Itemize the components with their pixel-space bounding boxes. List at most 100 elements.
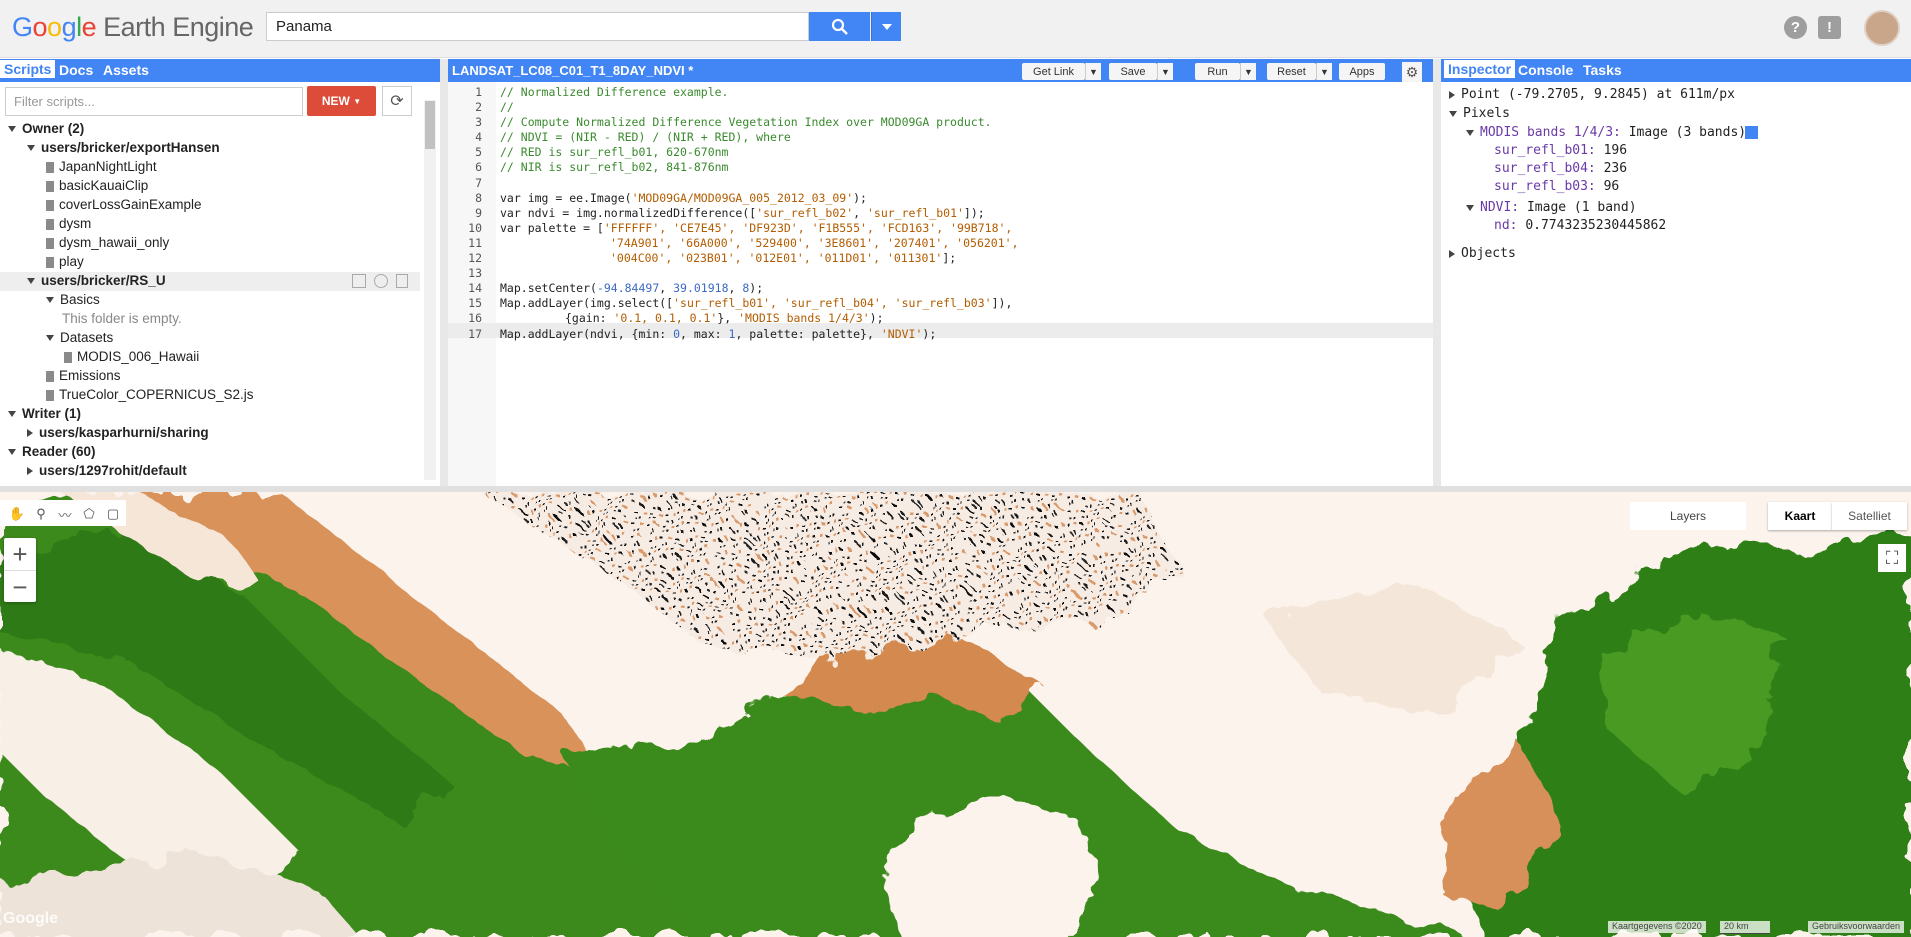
- get-link-button[interactable]: Get Link: [1022, 63, 1085, 80]
- left-splitter[interactable]: [440, 59, 448, 486]
- help-icon[interactable]: ?: [1784, 16, 1807, 39]
- draw-rectangle-icon[interactable]: ▢: [103, 504, 123, 524]
- filter-scripts-input[interactable]: Filter scripts...: [5, 87, 303, 116]
- code-line: // NIR is sur_refl_b02, 841-876nm: [500, 160, 729, 175]
- terms-link[interactable]: Gebruiksvoorwaarden: [1808, 921, 1905, 933]
- editor-settings-gear-icon[interactable]: ⚙: [1402, 62, 1422, 82]
- add-marker-icon[interactable]: ⚲: [31, 504, 51, 524]
- pan-hand-icon[interactable]: ✋: [7, 504, 27, 524]
- apps-button[interactable]: Apps: [1339, 63, 1385, 80]
- tree-file[interactable]: dysm_hawaii_only: [46, 235, 169, 250]
- avatar[interactable]: [1864, 10, 1900, 46]
- fullscreen-icon[interactable]: ⛶: [1878, 544, 1906, 572]
- tree-owner[interactable]: Owner (2): [8, 121, 84, 136]
- tree-file[interactable]: coverLossGainExample: [46, 197, 202, 212]
- line-number: 10: [468, 220, 482, 235]
- right-splitter[interactable]: [1433, 59, 1441, 486]
- tree-repo-rs-u[interactable]: users/bricker/RS_U: [27, 273, 166, 288]
- caret-down-icon: ▼: [353, 96, 362, 106]
- scripts-scrollbar[interactable]: [424, 100, 436, 480]
- run-button[interactable]: Run: [1195, 63, 1240, 80]
- line-number: 17: [468, 326, 482, 341]
- draw-line-icon[interactable]: 〰: [55, 504, 75, 524]
- code-lines[interactable]: // Normalized Difference example. // // …: [500, 85, 1019, 342]
- line-number: 3: [475, 115, 482, 130]
- file-icon: [46, 180, 54, 192]
- tree-folder-basics[interactable]: Basics: [46, 292, 100, 307]
- tree-reader[interactable]: Reader (60): [8, 444, 96, 459]
- search-options-dropdown[interactable]: [871, 12, 901, 41]
- new-button-label: NEW: [321, 94, 350, 108]
- new-button[interactable]: NEW ▼: [307, 86, 376, 116]
- tree-file[interactable]: Emissions: [46, 368, 121, 383]
- search-button[interactable]: [809, 12, 870, 41]
- tree-writer[interactable]: Writer (1): [8, 406, 81, 421]
- tab-console[interactable]: Console: [1518, 62, 1573, 78]
- tree-file[interactable]: play: [46, 254, 84, 269]
- tree-repo-reader[interactable]: users/1297rohit/default: [27, 463, 187, 478]
- file-icon: [46, 256, 54, 268]
- file-icon: [46, 237, 54, 249]
- expand-arrow-icon: [8, 411, 16, 418]
- inspector-point[interactable]: Point (-79.2705, 9.2845) at 611m/px: [1449, 87, 1735, 102]
- code-line: var img = ee.Image('MOD09GA/MOD09GA_005_…: [500, 190, 867, 205]
- tree-folder-datasets[interactable]: Datasets: [46, 330, 113, 345]
- tab-docs[interactable]: Docs: [59, 62, 93, 78]
- reset-button[interactable]: Reset: [1267, 63, 1316, 80]
- save-dropdown[interactable]: ▼: [1157, 63, 1173, 80]
- line-number: 13: [468, 266, 482, 281]
- inspector-ndvi-layer[interactable]: NDVI: Image (1 band): [1466, 200, 1637, 215]
- map-scale: 20 km: [1720, 921, 1770, 934]
- earth-engine-logo[interactable]: Google Earth Engine: [12, 12, 254, 43]
- get-link-dropdown[interactable]: ▼: [1085, 63, 1101, 80]
- inspector-modis-layer[interactable]: MODIS bands 1/4/3: Image (3 bands): [1466, 125, 1746, 140]
- inspector-pixels[interactable]: Pixels: [1449, 106, 1510, 121]
- tree-file[interactable]: JapanNightLight: [46, 159, 157, 174]
- tab-assets[interactable]: Assets: [103, 62, 149, 78]
- layers-button[interactable]: Layers: [1630, 502, 1746, 530]
- code-line: '74A901', '66A000', '529400', '3E8601', …: [610, 235, 1019, 250]
- zoom-out-button[interactable]: −: [4, 571, 36, 603]
- code-line: // NDVI = (NIR - RED) / (NIR + RED), whe…: [500, 130, 791, 145]
- run-dropdown[interactable]: ▼: [1240, 63, 1256, 80]
- line-number: 7: [475, 175, 482, 190]
- reset-dropdown[interactable]: ▼: [1316, 63, 1332, 80]
- save-button[interactable]: Save: [1109, 63, 1157, 80]
- tree-file[interactable]: TrueColor_COPERNICUS_S2.js: [46, 387, 254, 402]
- share-icon[interactable]: [352, 274, 366, 288]
- tree-repo-writer[interactable]: users/kasparhurni/sharing: [27, 425, 209, 440]
- line-number: 11: [468, 235, 482, 250]
- expand-arrow-icon: [8, 126, 16, 133]
- line-number: 5: [475, 145, 482, 160]
- script-title: LANDSAT_LC08_C01_T1_8DAY_NDVI *: [452, 63, 694, 78]
- feedback-icon[interactable]: !: [1818, 16, 1841, 39]
- tab-scripts[interactable]: Scripts: [0, 60, 56, 78]
- refresh-button[interactable]: ⟳: [382, 86, 412, 116]
- code-line: '004C00', '023B01', '012E01', '011D01', …: [610, 251, 957, 266]
- draw-polygon-icon[interactable]: ⬠: [79, 504, 99, 524]
- chart-icon[interactable]: [1745, 126, 1758, 139]
- line-number: 15: [468, 296, 482, 311]
- tree-repo-exporthansen[interactable]: users/bricker/exportHansen: [27, 140, 220, 155]
- collapsed-arrow-icon: [27, 467, 33, 476]
- file-icon: [46, 370, 54, 382]
- tree-file[interactable]: basicKauaiClip: [46, 178, 148, 193]
- tree-file[interactable]: MODIS_006_Hawaii: [64, 349, 199, 364]
- tab-inspector[interactable]: Inspector: [1444, 60, 1516, 78]
- map-canvas[interactable]: [0, 492, 1911, 937]
- code-line: // RED is sur_refl_b01, 620-670nm: [500, 145, 729, 160]
- zoom-in-button[interactable]: +: [4, 538, 36, 571]
- google-watermark: Google: [3, 910, 59, 927]
- code-line: // Compute Normalized Difference Vegetat…: [500, 115, 992, 130]
- code-line: var palette = ['FFFFFF', 'CE7E45', 'DF92…: [500, 220, 1013, 235]
- map-type-satelliet[interactable]: Satelliet: [1832, 502, 1907, 530]
- map-type-kaart[interactable]: Kaart: [1768, 502, 1832, 530]
- caret-down-icon: [881, 23, 892, 30]
- inspector-objects[interactable]: Objects: [1449, 246, 1516, 261]
- settings-icon[interactable]: [374, 274, 388, 288]
- search-input[interactable]: Panama: [266, 12, 809, 41]
- tree-file[interactable]: dysm: [46, 216, 91, 231]
- tab-tasks[interactable]: Tasks: [1583, 62, 1622, 78]
- file-new-icon[interactable]: [396, 274, 408, 288]
